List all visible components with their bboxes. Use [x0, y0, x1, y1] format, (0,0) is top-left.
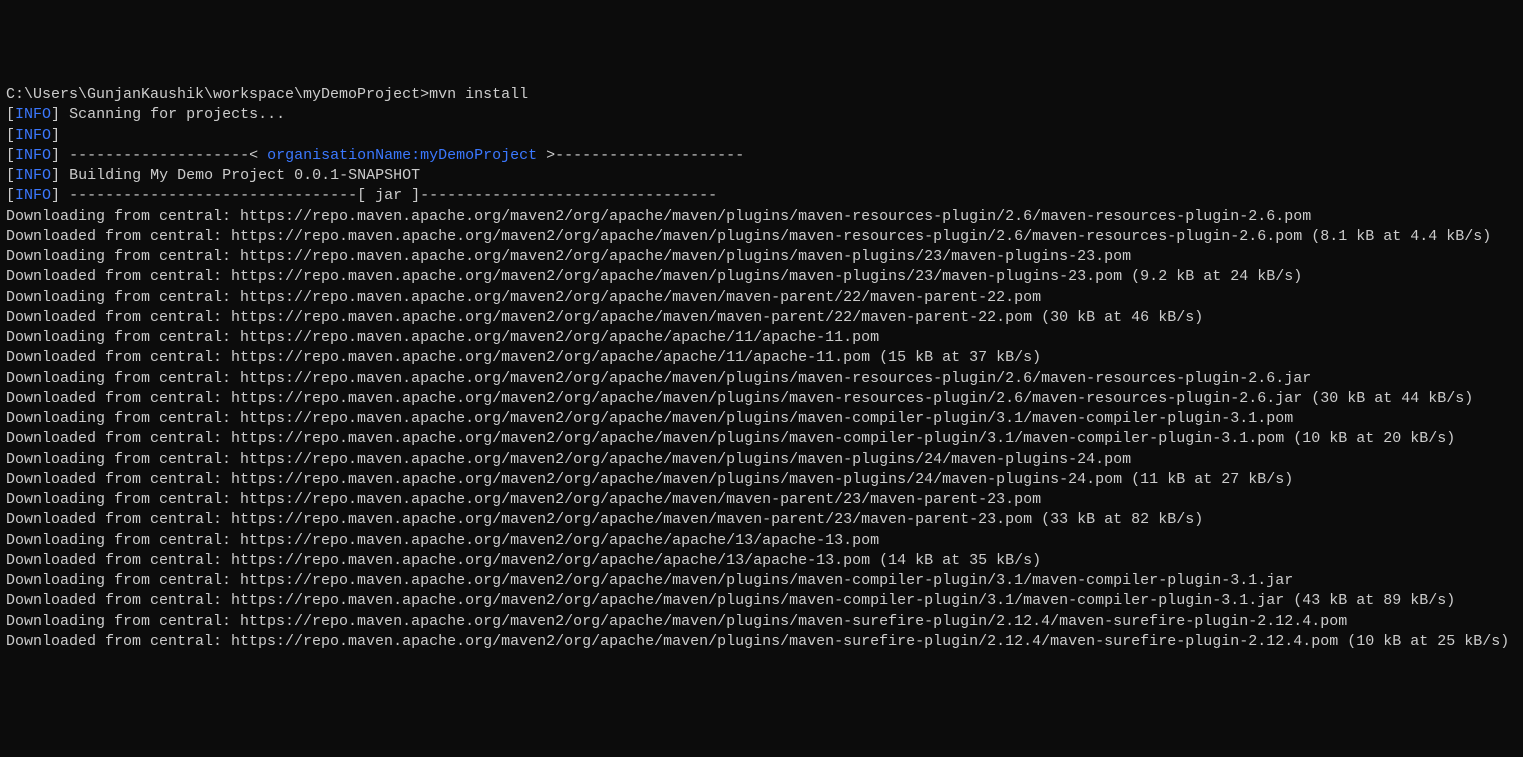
log-line: Downloading from central: https://repo.m…	[6, 207, 1517, 227]
log-line: Downloading from central: https://repo.m…	[6, 490, 1517, 510]
download-log-lines: Downloading from central: https://repo.m…	[6, 207, 1517, 653]
log-line: Downloading from central: https://repo.m…	[6, 531, 1517, 551]
log-line: Downloaded from central: https://repo.ma…	[6, 591, 1517, 611]
log-line: Downloaded from central: https://repo.ma…	[6, 429, 1517, 449]
log-line: Downloading from central: https://repo.m…	[6, 247, 1517, 267]
info-line-project-divider: [INFO] --------------------< organisatio…	[6, 146, 1517, 166]
log-line: Downloading from central: https://repo.m…	[6, 612, 1517, 632]
log-line: Downloaded from central: https://repo.ma…	[6, 348, 1517, 368]
log-line: Downloading from central: https://repo.m…	[6, 328, 1517, 348]
log-line: Downloading from central: https://repo.m…	[6, 571, 1517, 591]
log-line: Downloading from central: https://repo.m…	[6, 409, 1517, 429]
log-line: Downloaded from central: https://repo.ma…	[6, 389, 1517, 409]
log-line: Downloading from central: https://repo.m…	[6, 450, 1517, 470]
log-line: Downloading from central: https://repo.m…	[6, 369, 1517, 389]
log-line: Downloaded from central: https://repo.ma…	[6, 470, 1517, 490]
log-line: Downloaded from central: https://repo.ma…	[6, 632, 1517, 652]
log-line: Downloaded from central: https://repo.ma…	[6, 227, 1517, 247]
command-prompt-line: C:\Users\GunjanKaushik\workspace\myDemoP…	[6, 85, 1517, 105]
project-coordinates: organisationName:myDemoProject	[267, 147, 537, 164]
info-line-scanning: [INFO] Scanning for projects...	[6, 105, 1517, 125]
info-line-building: [INFO] Building My Demo Project 0.0.1-SN…	[6, 166, 1517, 186]
log-line: Downloaded from central: https://repo.ma…	[6, 510, 1517, 530]
info-line-jar-divider: [INFO] --------------------------------[…	[6, 186, 1517, 206]
log-line: Downloaded from central: https://repo.ma…	[6, 267, 1517, 287]
info-line-empty: [INFO]	[6, 126, 1517, 146]
log-line: Downloading from central: https://repo.m…	[6, 288, 1517, 308]
log-line: Downloaded from central: https://repo.ma…	[6, 551, 1517, 571]
log-line: Downloaded from central: https://repo.ma…	[6, 308, 1517, 328]
terminal-output: C:\Users\GunjanKaushik\workspace\myDemoP…	[6, 85, 1517, 652]
